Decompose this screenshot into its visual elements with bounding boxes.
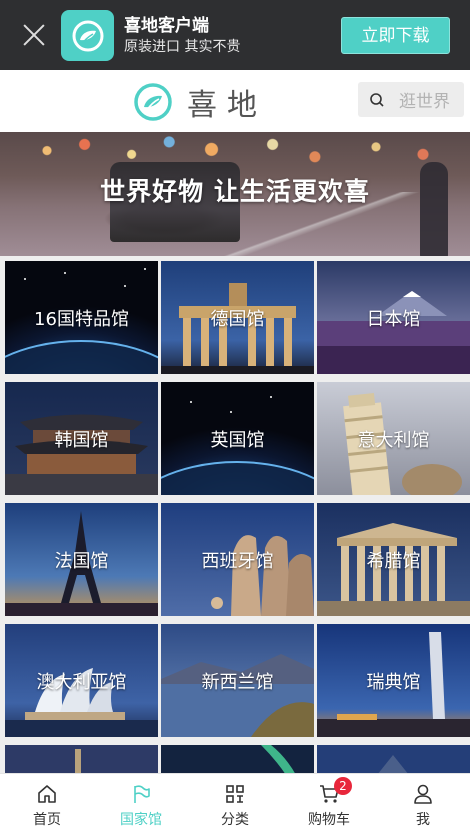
pavilion-label: 德国馆 xyxy=(210,308,265,330)
pavilion-tile-partial[interactable] xyxy=(317,745,470,775)
pavilion-label: 韩国馆 xyxy=(54,429,109,451)
pavilion-label: 西班牙馆 xyxy=(201,550,274,572)
hero-slogan: 世界好物 让生活更欢喜 xyxy=(100,177,370,206)
partial-image xyxy=(317,745,470,775)
pavilion-tile[interactable]: 德国馆 xyxy=(161,261,314,374)
nav-label: 分类 xyxy=(221,812,249,828)
pavilion-tile[interactable]: 意大利馆 xyxy=(317,382,470,495)
pavilion-label: 法国馆 xyxy=(54,550,109,572)
pavilion-label: 希腊馆 xyxy=(366,550,421,572)
pavilion-tile[interactable]: 英国馆 xyxy=(161,382,314,495)
pavilion-tile[interactable]: 16国特品馆 xyxy=(5,261,158,374)
pavilion-tile[interactable]: 希腊馆 xyxy=(317,503,470,616)
close-icon[interactable] xyxy=(22,23,46,47)
pavilion-tile[interactable]: 西班牙馆 xyxy=(161,503,314,616)
site-header: 喜地 逛世界 xyxy=(0,70,470,132)
nav-home[interactable]: 首页 xyxy=(0,774,94,835)
nav-label: 购物车 xyxy=(308,812,350,828)
home-icon xyxy=(38,785,56,803)
grid-icon xyxy=(226,785,244,803)
flag-icon xyxy=(134,785,150,803)
search-placeholder: 逛世界 xyxy=(399,92,450,112)
nav-country-pavilion[interactable]: 国家馆 xyxy=(94,774,188,835)
app-tagline: 原装进口 其实不贵 xyxy=(124,39,241,55)
pavilion-label: 澳大利亚馆 xyxy=(36,671,127,693)
partial-image xyxy=(5,745,158,775)
pavilion-tile[interactable]: 新西兰馆 xyxy=(161,624,314,737)
search-box[interactable]: 逛世界 xyxy=(358,82,464,117)
pavilion-tile[interactable]: 法国馆 xyxy=(5,503,158,616)
nav-label: 我 xyxy=(416,812,430,828)
bottom-nav: 首页 国家馆 分类 2 购物车 我 xyxy=(0,773,470,835)
nav-label: 首页 xyxy=(33,812,61,828)
pavilion-label: 16国特品馆 xyxy=(34,308,129,330)
page: 喜地客户端 原装进口 其实不贵 立即下载 喜地 逛世界 世界好物 让生活更欢喜 xyxy=(0,0,470,835)
pavilion-label: 新西兰馆 xyxy=(201,671,274,693)
download-button[interactable]: 立即下载 xyxy=(341,17,450,54)
app-info: 喜地客户端 原装进口 其实不贵 xyxy=(124,15,240,57)
pavilion-label: 意大利馆 xyxy=(357,429,430,451)
brand-logo[interactable]: 喜地 xyxy=(133,82,267,123)
pavilion-label: 瑞典馆 xyxy=(366,671,421,693)
pavilion-tile[interactable]: 澳大利亚馆 xyxy=(5,624,158,737)
nav-me[interactable]: 我 xyxy=(376,774,470,835)
partial-image xyxy=(161,745,314,775)
pavilion-tile[interactable]: 瑞典馆 xyxy=(317,624,470,737)
user-icon xyxy=(414,784,432,804)
nav-label: 国家馆 xyxy=(120,812,162,828)
search-icon xyxy=(370,92,384,107)
nav-category[interactable]: 分类 xyxy=(188,774,282,835)
pavilion-tile-partial[interactable] xyxy=(161,745,314,775)
pavilion-tile[interactable]: 日本馆 xyxy=(317,261,470,374)
pavilion-label: 英国馆 xyxy=(210,429,265,451)
pavilion-tile[interactable]: 韩国馆 xyxy=(5,382,158,495)
nav-cart[interactable]: 2 购物车 xyxy=(282,774,376,835)
app-download-banner: 喜地客户端 原装进口 其实不贵 立即下载 xyxy=(0,0,470,70)
pavilion-tile-partial[interactable] xyxy=(5,745,158,775)
hero-banner[interactable]: 世界好物 让生活更欢喜 xyxy=(0,132,470,256)
cart-count-badge: 2 xyxy=(334,777,352,795)
brand-leaf-icon xyxy=(134,83,172,121)
app-name: 喜地客户端 xyxy=(124,16,209,36)
pavilion-label: 日本馆 xyxy=(366,308,421,330)
brand-name: 喜地 xyxy=(187,88,267,123)
app-logo-icon xyxy=(61,10,114,61)
